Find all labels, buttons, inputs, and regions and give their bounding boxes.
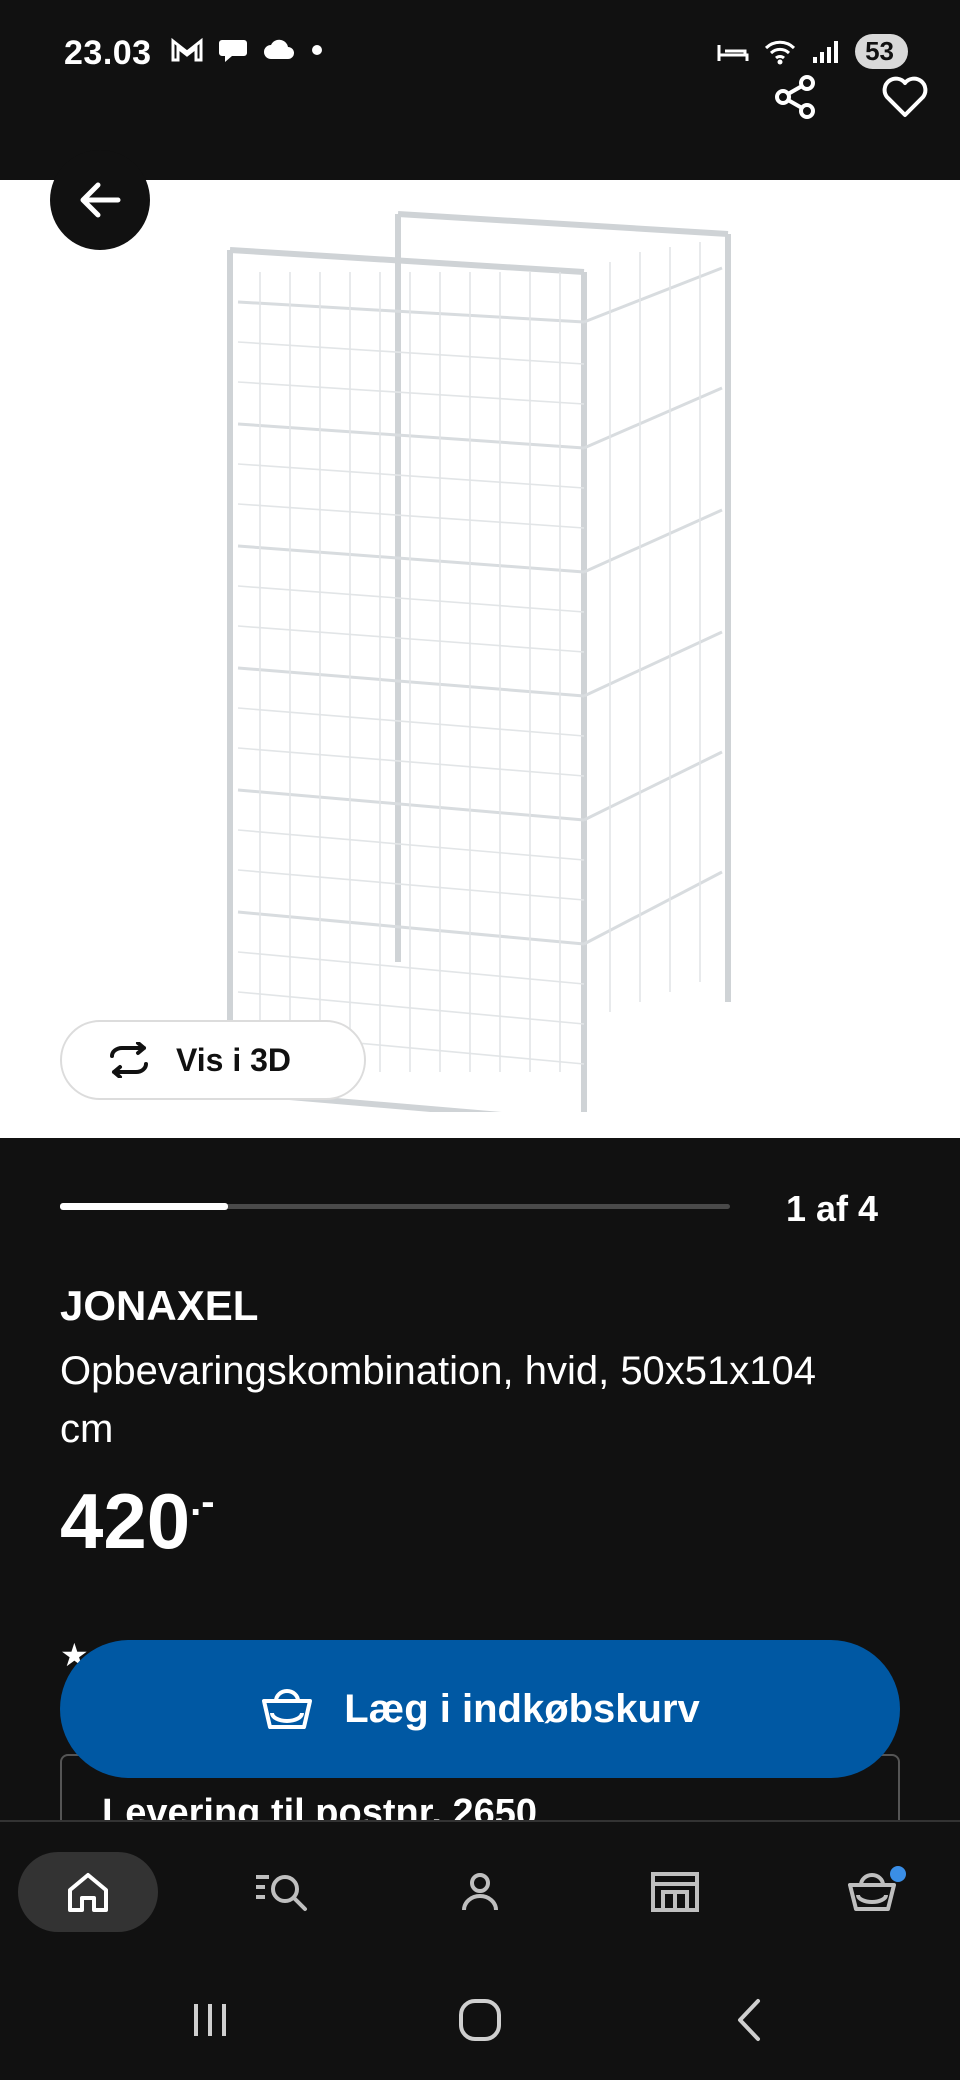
bottom-navigation	[0, 1820, 960, 1960]
system-navigation	[0, 1960, 960, 2080]
product-description: Opbevaringskombination, hvid, 50x51x104 …	[60, 1349, 817, 1451]
recent-apps-icon	[194, 2004, 226, 2036]
cart-notification-dot	[890, 1866, 906, 1882]
product-name: JONAXEL	[60, 1282, 259, 1329]
gallery-progress	[60, 1203, 730, 1210]
person-icon	[462, 1873, 498, 1911]
gallery-counter: 1 af 4	[785, 1188, 878, 1229]
price-suffix: .-	[190, 1480, 215, 1524]
share-button[interactable]	[770, 72, 820, 122]
dot-icon	[312, 45, 322, 55]
gallery-progress-fill	[60, 1203, 228, 1210]
nav-home[interactable]	[18, 1852, 158, 1932]
add-to-cart-label: Læg i indkøbskurv	[344, 1686, 700, 1731]
nav-stores[interactable]	[605, 1852, 745, 1932]
recent-apps-button[interactable]	[170, 1990, 250, 2050]
rotate-3d-icon	[110, 1042, 148, 1078]
arrow-left-icon	[80, 182, 121, 218]
status-time: 23.03	[64, 34, 152, 72]
gmail-icon	[171, 37, 203, 62]
nav-profile[interactable]	[410, 1852, 550, 1932]
header-actions	[770, 72, 930, 122]
sleep-icon	[717, 44, 749, 61]
nav-cart[interactable]	[802, 1852, 942, 1932]
share-icon	[775, 75, 815, 119]
chat-icon	[219, 40, 247, 62]
basket-icon	[262, 1689, 313, 1729]
product-image-gallery[interactable]: Vis i 3D	[0, 150, 960, 1138]
home-icon	[68, 1873, 108, 1912]
home-system-button[interactable]	[440, 1990, 520, 2050]
product-image	[227, 211, 731, 1112]
wifi-icon	[765, 40, 796, 64]
status-system-icons: 53	[717, 34, 908, 69]
favorite-button[interactable]	[880, 72, 930, 122]
back-button[interactable]	[50, 150, 150, 250]
chevron-left-icon	[738, 1999, 760, 2041]
home-circle-icon	[459, 1999, 501, 2041]
view-3d-label: Vis i 3D	[176, 1041, 292, 1078]
battery-level: 53	[865, 36, 894, 66]
nav-search[interactable]	[212, 1852, 352, 1932]
product-price: 420 .-	[60, 1476, 215, 1567]
add-to-cart-button[interactable]: Læg i indkøbskurv	[60, 1640, 900, 1778]
status-notification-icons	[170, 36, 324, 64]
back-system-button[interactable]	[710, 1990, 790, 2050]
signal-icon	[813, 40, 839, 63]
search-list-icon	[256, 1875, 307, 1911]
store-icon	[651, 1872, 699, 1912]
price-value: 420	[60, 1477, 191, 1565]
view-3d-button[interactable]: Vis i 3D	[60, 1020, 366, 1100]
cloud-icon	[264, 39, 294, 59]
battery-icon: 53	[855, 34, 908, 69]
heart-icon	[882, 76, 928, 117]
